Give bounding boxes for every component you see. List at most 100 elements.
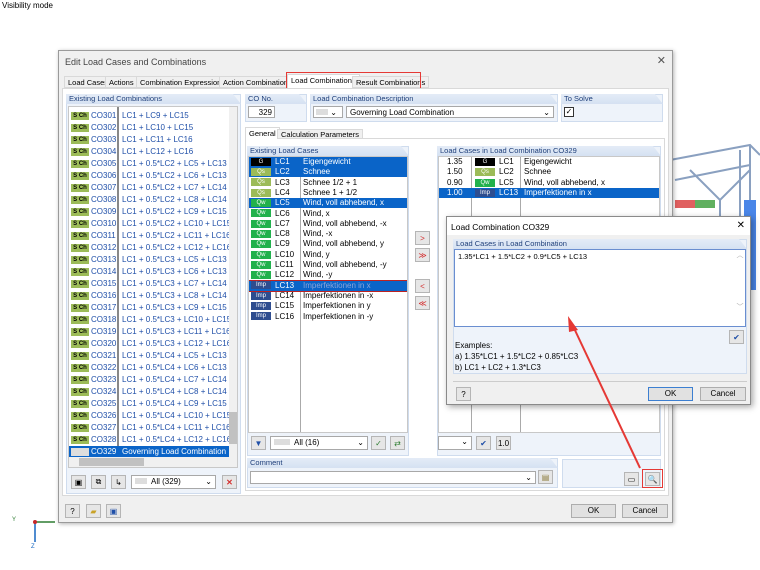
tab-combination-expressions[interactable]: Combination Expressions — [136, 76, 230, 88]
combination-row[interactable]: S Ch CO328 LC1 + 0.5*LC4 + LC12 + LC16 — [69, 434, 231, 446]
combination-type-tag: S Ch — [71, 255, 89, 264]
load-case-row[interactable]: Imp LC16 Imperfektionen in -y — [249, 312, 407, 322]
popup-help-icon[interactable]: ? — [456, 387, 471, 401]
add-all-button[interactable]: ≫ — [415, 248, 430, 262]
combination-list[interactable]: S Ch CO301 LC1 + LC9 + LC15 S Ch CO302 LC1 + … — [68, 106, 238, 468]
combination-id: CO311 — [91, 231, 116, 240]
combination-row[interactable]: S Ch CO307 LC1 + 0.5*LC2 + LC7 + LC14 — [69, 182, 231, 194]
combination-load-case-row[interactable]: 1.50 Qs LC2 Schnee — [439, 167, 659, 177]
horizontal-scrollbar[interactable] — [69, 457, 237, 467]
textarea-scrollbar[interactable]: ︿ ﹀ — [735, 250, 745, 326]
load-case-row[interactable]: Qs LC4 Schnee 1 + 1/2 — [249, 188, 407, 198]
combination-row[interactable]: S Ch CO326 LC1 + 0.5*LC4 + LC10 + LC15 — [69, 410, 231, 422]
load-case-row[interactable]: Qw LC10 Wind, y — [249, 250, 407, 260]
load-case-list[interactable]: G LC1 Eigengewicht Qs LC2 Schnee Qs LC3 Schnee 1… — [248, 156, 408, 433]
save-icon[interactable]: ▣ — [106, 504, 121, 518]
load-case-row[interactable]: Qs LC2 Schnee — [249, 167, 407, 178]
combination-row[interactable]: S Ch CO304 LC1 + LC12 + LC16 — [69, 146, 231, 158]
help-icon[interactable]: ? — [65, 504, 80, 518]
combination-row[interactable]: S Ch CO324 LC1 + 0.5*LC4 + LC8 + LC14 — [69, 386, 231, 398]
ok-button[interactable]: OK — [571, 504, 616, 518]
combination-row[interactable]: S Ch CO308 LC1 + 0.5*LC2 + LC8 + LC14 — [69, 194, 231, 206]
description-input[interactable]: Governing Load Combination ⌄ — [346, 106, 554, 118]
combination-row[interactable]: S Ch CO316 LC1 + 0.5*LC3 + LC8 + LC14 — [69, 290, 231, 302]
combination-row[interactable]: S Ch CO311 LC1 + 0.5*LC2 + LC11 + LC16 — [69, 230, 231, 242]
combination-row[interactable]: S Ch CO319 LC1 + 0.5*LC3 + LC11 + LC16 — [69, 326, 231, 338]
combination-row[interactable]: S Ch CO315 LC1 + 0.5*LC3 + LC7 + LC14 — [69, 278, 231, 290]
tab-action-combinations[interactable]: Action Combinations — [219, 76, 296, 88]
load-case-row[interactable]: Qw LC9 Wind, voll abhebend, y — [249, 239, 407, 249]
co-no-input[interactable]: 329 — [248, 106, 275, 118]
renumber-button[interactable]: ↳ — [111, 475, 126, 489]
load-case-row[interactable]: Imp LC13 Imperfektionen in x — [249, 279, 407, 292]
load-case-type-tag: Qw — [251, 229, 271, 238]
combination-row[interactable]: S Ch CO305 LC1 + 0.5*LC2 + LC5 + LC13 — [69, 158, 231, 170]
combination-row[interactable]: S Ch CO303 LC1 + LC11 + LC16 — [69, 134, 231, 146]
copy-combination-button[interactable]: ⧉ — [91, 475, 106, 489]
remove-selected-button[interactable]: < — [415, 279, 430, 293]
combination-row[interactable]: S Ch CO313 LC1 + 0.5*LC3 + LC5 + LC13 — [69, 254, 231, 266]
subtab-calculation-parameters[interactable]: Calculation Parameters — [277, 129, 363, 139]
combination-formula: LC1 + 0.5*LC2 + LC11 + LC16 — [122, 231, 231, 240]
combination-row[interactable]: S Ch CO310 LC1 + 0.5*LC2 + LC10 + LC15 — [69, 218, 231, 230]
combination-row[interactable]: S Ch CO327 LC1 + 0.5*LC4 + LC11 + LC16 — [69, 422, 231, 434]
combination-row[interactable]: S Ch CO302 LC1 + LC10 + LC15 — [69, 122, 231, 134]
factor-value: 1.50 — [447, 167, 463, 177]
load-case-row[interactable]: Qw LC6 Wind, x — [249, 209, 407, 219]
delete-button[interactable]: ✕ — [222, 475, 237, 489]
combination-row[interactable]: S Ch CO318 LC1 + 0.5*LC3 + LC10 + LC15 — [69, 314, 231, 326]
expression-textarea[interactable]: 1.35*LC1 + 1.5*LC2 + 0.9*LC5 + LC13 ︿ ﹀ — [454, 249, 746, 327]
select-all-icon[interactable]: ✓ — [371, 436, 386, 450]
combination-row[interactable]: S Ch CO312 LC1 + 0.5*LC2 + LC12 + LC16 — [69, 242, 231, 254]
combination-row[interactable]: S Ch CO306 LC1 + 0.5*LC2 + LC6 + LC13 — [69, 170, 231, 182]
load-case-row[interactable]: Qs LC3 Schnee 1/2 + 1 — [249, 178, 407, 188]
popup-ok-button[interactable]: OK — [648, 387, 693, 401]
combination-row[interactable]: S Ch CO314 LC1 + 0.5*LC3 + LC6 + LC13 — [69, 266, 231, 278]
comment-input[interactable]: ⌄ — [250, 471, 536, 484]
load-case-row[interactable]: Qw LC11 Wind, voll abhebend, -y — [249, 260, 407, 270]
load-case-id: LC8 — [275, 229, 290, 239]
popup-cancel-button[interactable]: Cancel — [700, 387, 746, 401]
tab-actions[interactable]: Actions — [105, 76, 138, 88]
popup-close-icon[interactable]: ✕ — [737, 220, 745, 231]
filter-icon[interactable]: ▼ — [251, 436, 266, 450]
combination-row[interactable]: S Ch CO321 LC1 + 0.5*LC4 + LC5 + LC13 — [69, 350, 231, 362]
load-case-row[interactable]: Qw LC12 Wind, -y — [249, 270, 407, 280]
combination-row[interactable]: S Ch CO309 LC1 + 0.5*LC2 + LC9 + LC15 — [69, 206, 231, 218]
load-case-row[interactable]: G LC1 Eigengewicht — [249, 157, 407, 167]
factor-select[interactable]: ⌄ — [438, 436, 472, 450]
combination-load-case-row[interactable]: 1.35 G LC1 Eigengewicht — [439, 157, 659, 167]
combination-row[interactable]: S Ch CO301 LC1 + LC9 + LC15 — [69, 110, 231, 122]
color-select[interactable]: ⌄ — [313, 106, 343, 118]
combination-row[interactable]: S Ch CO322 LC1 + 0.5*LC4 + LC6 + LC13 — [69, 362, 231, 374]
factor-button[interactable]: 1.0 — [496, 436, 511, 450]
load-case-row[interactable]: Imp LC15 Imperfektionen in y — [249, 301, 407, 311]
load-case-row[interactable]: Qw LC7 Wind, voll abhebend, -x — [249, 219, 407, 229]
combination-row[interactable]: S Ch CO323 LC1 + 0.5*LC4 + LC7 + LC14 — [69, 374, 231, 386]
to-solve-checkbox[interactable]: ✓ — [564, 107, 574, 117]
load-case-row[interactable]: Qw LC8 Wind, -x — [249, 229, 407, 239]
comment-library-button[interactable]: ▤ — [538, 470, 553, 484]
vertical-scrollbar[interactable] — [229, 107, 237, 457]
new-combination-button[interactable]: ▣ — [71, 475, 86, 489]
combination-row[interactable]: S Ch CO320 LC1 + 0.5*LC3 + LC12 + LC16 — [69, 338, 231, 350]
open-icon[interactable]: ▰ — [86, 504, 101, 518]
load-case-type-tag: Imp — [251, 302, 271, 311]
popup-apply-icon[interactable]: ✔ — [729, 330, 744, 344]
combination-row[interactable]: S Ch CO317 LC1 + 0.5*LC3 + LC9 + LC15 — [69, 302, 231, 314]
print-button[interactable]: ▭ — [624, 472, 639, 486]
subtab-general[interactable]: General — [245, 127, 280, 139]
combination-filter-select[interactable]: All (329) ⌄ — [131, 475, 216, 489]
add-selected-button[interactable]: > — [415, 231, 430, 245]
load-case-row[interactable]: Qw LC5 Wind, voll abhebend, x — [249, 198, 407, 209]
invert-selection-icon[interactable]: ⇄ — [390, 436, 405, 450]
load-case-row[interactable]: Imp LC14 Imperfektionen in -x — [249, 291, 407, 301]
close-icon[interactable]: ✕ — [657, 54, 666, 67]
cancel-button[interactable]: Cancel — [622, 504, 668, 518]
combination-row[interactable]: S Ch CO325 LC1 + 0.5*LC4 + LC9 + LC15 — [69, 398, 231, 410]
combination-load-case-row[interactable]: 0.90 Qw LC5 Wind, voll abhebend, x — [439, 178, 659, 188]
remove-all-button[interactable]: ≪ — [415, 296, 430, 310]
apply-icon[interactable]: ✔ — [476, 436, 491, 450]
load-case-filter-select[interactable]: All (16) ⌄ — [270, 436, 368, 450]
combination-load-case-row[interactable]: 1.00 Imp LC13 Imperfektionen in x — [439, 187, 659, 198]
